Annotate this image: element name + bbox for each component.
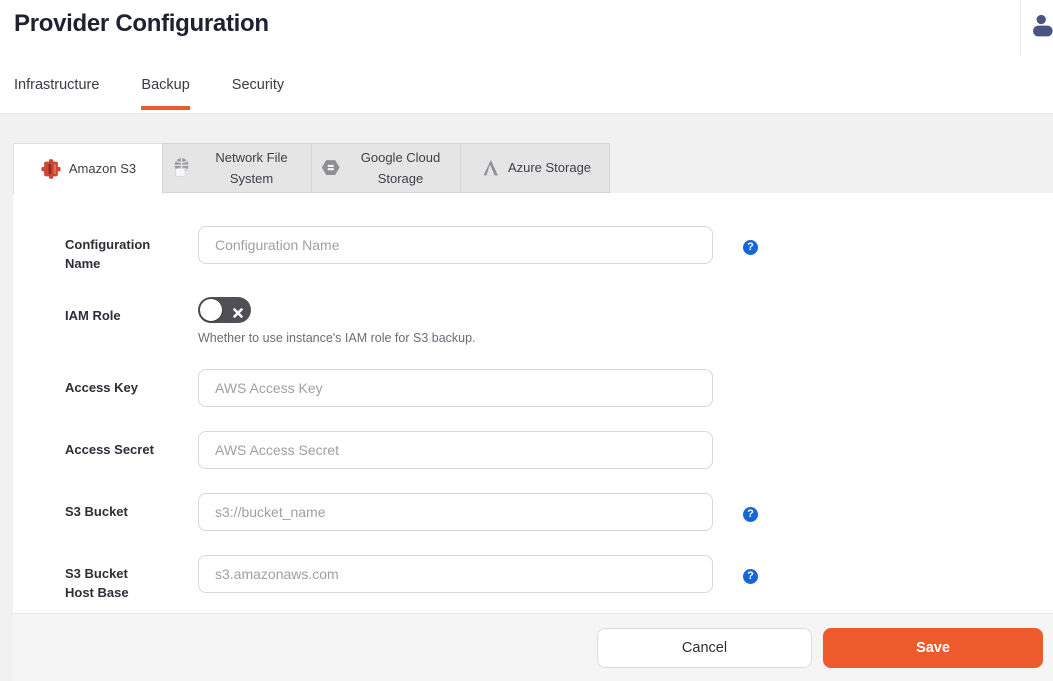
provider-tab-amazon-s3[interactable]: Amazon S3 [13, 143, 163, 194]
save-button[interactable]: Save [823, 627, 1043, 668]
form-footer: Cancel Save [13, 613, 1053, 681]
provider-tab-azure-storage[interactable]: Azure Storage [460, 143, 610, 193]
iam-role-helper-text: Whether to use instance's IAM role for S… [198, 331, 476, 345]
access-key-input[interactable] [198, 369, 713, 407]
page-title: Provider Configuration [14, 10, 269, 37]
iam-role-field: Whether to use instance's IAM role for S… [198, 297, 476, 345]
access-key-label: Access Key [65, 380, 138, 395]
configuration-name-help[interactable]: ? [743, 237, 758, 273]
backup-content-area: Amazon S3 Network File System Google Clo… [0, 114, 1053, 681]
azure-logo-icon [479, 157, 501, 179]
access-secret-input[interactable] [198, 431, 713, 469]
help-icon[interactable]: ? [743, 569, 758, 584]
s3-bucket-label: S3 Bucket [65, 504, 128, 519]
toggle-off-x-icon [233, 305, 243, 318]
gcs-hexagon-icon [320, 157, 342, 179]
help-icon[interactable]: ? [743, 507, 758, 522]
access-secret-row: Access Secret [65, 431, 1053, 469]
tab-backup[interactable]: Backup [141, 56, 191, 113]
main-tab-bar: Infrastructure Backup Security [0, 56, 1053, 114]
provider-tab-network-file-system[interactable]: Network File System [162, 143, 312, 193]
help-icon[interactable]: ? [743, 240, 758, 255]
iam-role-toggle[interactable] [198, 297, 251, 323]
tab-infrastructure[interactable]: Infrastructure [14, 56, 99, 113]
iam-role-row: IAM Role Whether to use instance's IAM r… [65, 297, 1053, 345]
cancel-button[interactable]: Cancel [597, 627, 812, 668]
user-account-icon[interactable] [1032, 13, 1053, 39]
amazon-s3-bucket-icon [40, 158, 62, 180]
tab-security-label: Security [231, 76, 285, 93]
tab-backup-label: Backup [141, 76, 190, 93]
configuration-name-row: Configuration Name ? [65, 226, 1053, 273]
provider-tab-label: Amazon S3 [68, 161, 137, 177]
header: Provider Configuration [0, 0, 1053, 56]
provider-tab-label: Network File System [215, 149, 288, 186]
s3-bucket-help[interactable]: ? [743, 504, 758, 531]
provider-tab-strip: Amazon S3 Network File System Google Clo… [13, 143, 1053, 194]
configuration-name-label: Configuration Name [65, 237, 151, 271]
access-key-row: Access Key [65, 369, 1053, 407]
tab-infrastructure-label: Infrastructure [14, 76, 100, 93]
s3-bucket-host-base-help[interactable]: ? [743, 566, 758, 602]
configuration-name-input[interactable] [198, 226, 713, 264]
provider-configuration-page: Provider Configuration Infrastructure Ba… [0, 0, 1053, 681]
provider-tab-google-cloud-storage[interactable]: Google Cloud Storage [311, 143, 461, 193]
tab-security[interactable]: Security [232, 56, 284, 113]
iam-role-label: IAM Role [65, 308, 121, 323]
toggle-knob [200, 299, 222, 321]
provider-tab-label: Google Cloud Storage [360, 149, 441, 186]
access-secret-label: Access Secret [65, 442, 154, 457]
amazon-s3-form-card: Configuration Name ? IAM Role [13, 193, 1053, 613]
s3-bucket-row: S3 Bucket ? [65, 493, 1053, 531]
s3-bucket-host-base-input[interactable] [198, 555, 713, 593]
network-globe-file-icon [171, 157, 193, 179]
provider-tab-label: Azure Storage [507, 160, 592, 176]
s3-bucket-host-base-label: S3 Bucket Host Base [65, 566, 129, 600]
s3-bucket-input[interactable] [198, 493, 713, 531]
header-divider [1020, 0, 1021, 56]
s3-bucket-host-base-row: S3 Bucket Host Base ? [65, 555, 1053, 602]
